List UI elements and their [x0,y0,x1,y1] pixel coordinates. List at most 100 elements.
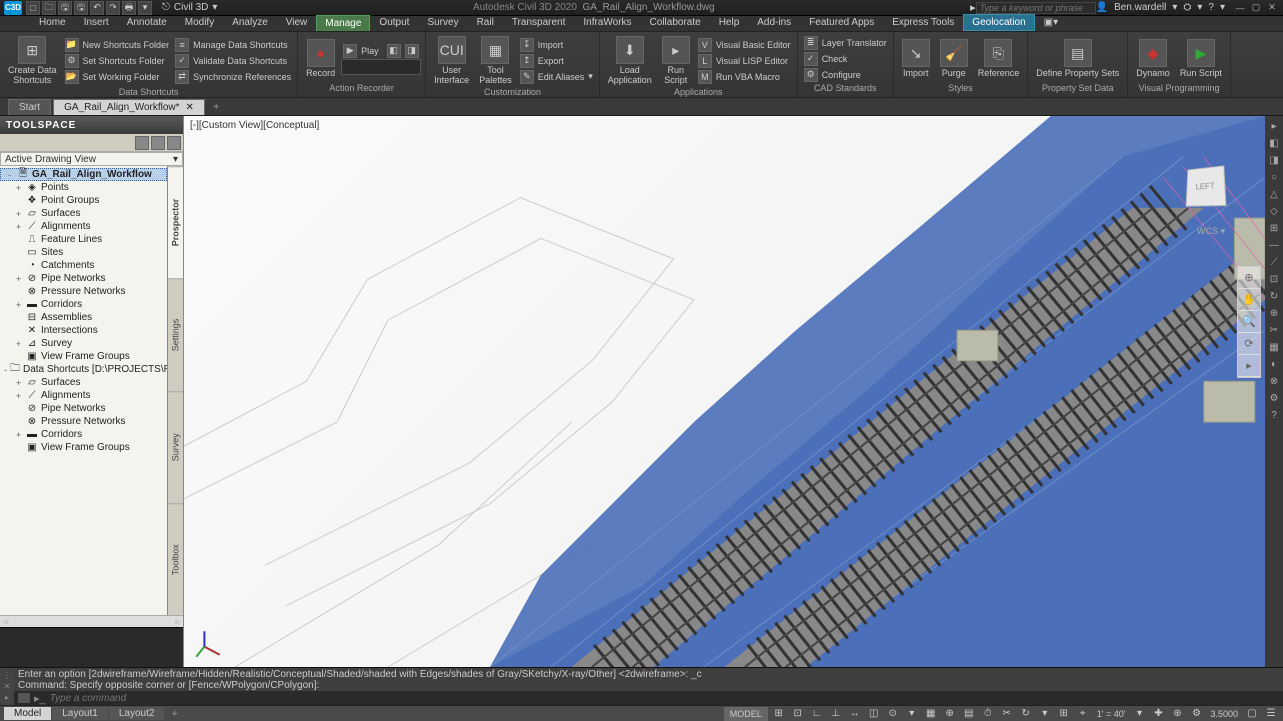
tree-node[interactable]: +⊘Pipe Networks [0,272,167,285]
status-grid-icon[interactable]: ⊞ [771,707,787,721]
reference-styles-button[interactable]: ⎘Reference [974,37,1024,80]
status-icon[interactable]: ◫ [866,707,882,721]
tab-geolocation[interactable]: Geolocation [963,14,1034,31]
tree-node[interactable]: +⊿Survey [0,337,167,350]
tool-icon[interactable]: ◐ [1265,356,1283,372]
tab-collaborate[interactable]: Collaborate [641,14,710,31]
option-icon[interactable]: ◧ [387,44,401,58]
tree-node[interactable]: +▬Corridors [0,428,167,441]
edit-aliases-button[interactable]: ✎Edit Aliases▾ [518,69,595,85]
chevron-down-icon[interactable]: ▾ [1197,2,1202,13]
status-icon[interactable]: ↻ [1018,707,1034,721]
set-shortcuts-folder-button[interactable]: ⚙Set Shortcuts Folder [63,53,172,69]
status-annoscale[interactable]: 1' = 40' [1094,707,1129,721]
tree-node[interactable]: ▣View Frame Groups [0,441,167,454]
run-dynamo-script-button[interactable]: ▶Run Script [1176,37,1226,80]
tab-survey[interactable]: Survey [418,14,467,31]
qat-dropdown-icon[interactable]: ▾ [138,1,152,15]
tree-node[interactable]: ⊟Assemblies [0,311,167,324]
tool-icon[interactable]: ▸ [1265,118,1283,134]
expand-icon[interactable]: + [14,430,23,440]
tab-view[interactable]: View [277,14,317,31]
expand-icon[interactable]: + [14,209,23,219]
run-script-button[interactable]: ▸Run Script [658,34,694,87]
tool-icon[interactable]: — [1265,237,1283,253]
user-interface-button[interactable]: CUIUser Interface [430,34,473,87]
tool-icon[interactable]: ↻ [1265,288,1283,304]
create-data-shortcuts-button[interactable]: ⊞ Create Data Shortcuts [4,34,61,87]
view-dropdown[interactable]: Active Drawing View▾ [0,152,183,166]
status-icon[interactable]: ⊞ [1056,707,1072,721]
expand-icon[interactable]: + [14,339,23,349]
tab-analyze[interactable]: Analyze [223,14,277,31]
prospector-tree[interactable]: -🗎GA_Rail_Align_Workflow+◈Points❖Point G… [0,166,167,615]
close-icon[interactable]: ✕ [186,102,194,113]
tree-node[interactable]: +▱Surfaces [0,376,167,389]
chevron-down-icon[interactable]: ▾ [1172,2,1177,13]
tool-btn-icon[interactable] [135,136,149,150]
tab-overflow-icon[interactable]: ▣▾ [1035,14,1067,31]
tree-node[interactable]: ❖Point Groups [0,194,167,207]
tool-icon[interactable]: ✂ [1265,322,1283,338]
minimize-button[interactable]: — [1233,2,1247,14]
option-icon[interactable]: ◨ [405,44,419,58]
tool-icon[interactable]: ⊗ [1265,373,1283,389]
status-icon[interactable]: ↔ [847,707,863,721]
showmotion-icon[interactable]: ▸ [1238,355,1260,377]
viewport-canvas[interactable]: LEFT WCS ▾ ⊕ ✋ 🔍 ⟳ ▸ [184,116,1265,667]
tool-btn-icon[interactable] [151,136,165,150]
tool-icon[interactable]: ? [1265,407,1283,423]
status-icon[interactable]: ⊕ [1169,707,1185,721]
status-icon[interactable]: ⏱ [980,707,996,721]
tree-node[interactable]: ▭Sites [0,246,167,259]
status-icon[interactable]: ▦ [923,707,939,721]
tool-icon[interactable]: ▦ [1265,339,1283,355]
app-exchange-icon[interactable]: ⛭ [1183,2,1191,13]
panel-title[interactable]: Data Shortcuts [4,87,293,97]
qat-print-icon[interactable]: 🖶 [122,1,136,15]
tree-node[interactable]: -🗎GA_Rail_Align_Workflow [0,168,167,181]
status-icon[interactable]: ✚ [1150,707,1166,721]
status-icon[interactable]: ⊕ [942,707,958,721]
qat-undo-icon[interactable]: ↶ [90,1,104,15]
play-button[interactable]: ▶Play ◧ ◨ [341,43,421,59]
help-icon[interactable]: ? [1208,2,1214,13]
tree-node[interactable]: +▬Corridors [0,298,167,311]
expand-icon[interactable]: + [14,222,23,232]
status-customize-icon[interactable]: ☰ [1263,707,1279,721]
run-vba-macro-button[interactable]: MRun VBA Macro [696,69,793,85]
expand-icon[interactable]: + [14,378,23,388]
tab-manage[interactable]: Manage [316,15,370,31]
tab-insert[interactable]: Insert [75,14,118,31]
toolspace-scrollbar[interactable]: ◀▶ [0,615,183,627]
validate-data-shortcuts-button[interactable]: ✓Validate Data Shortcuts [173,53,293,69]
status-icon[interactable]: ⊙ [885,707,901,721]
tree-node[interactable]: +⟋Alignments [0,389,167,402]
check-button[interactable]: ✓Check [802,51,889,67]
tree-node[interactable]: +◈Points [0,181,167,194]
tab-infraworks[interactable]: InfraWorks [574,14,640,31]
tab-addins[interactable]: Add-ins [748,14,800,31]
tab-rail[interactable]: Rail [468,14,503,31]
tab-annotate[interactable]: Annotate [118,14,176,31]
wcs-dropdown[interactable]: WCS ▾ [1197,226,1225,237]
search-input[interactable] [976,2,1096,14]
tool-icon[interactable]: △ [1265,186,1283,202]
tool-icon[interactable]: ⊕ [1265,305,1283,321]
tool-icon[interactable]: ◇ [1265,203,1283,219]
new-shortcuts-folder-button[interactable]: 📁New Shortcuts Folder [63,37,172,53]
tree-node[interactable]: ⊘Pipe Networks [0,402,167,415]
close-button[interactable]: ✕ [1265,2,1279,14]
expand-icon[interactable]: - [4,365,7,375]
app-logo-icon[interactable]: C3D [4,1,22,15]
dynamo-button[interactable]: ◆Dynamo [1132,37,1174,80]
qat-open-icon[interactable]: 🗀 [42,1,56,15]
import-styles-button[interactable]: ↘Import [898,37,934,80]
tab-help[interactable]: Help [710,14,749,31]
vba-editor-button[interactable]: VVisual Basic Editor [696,37,793,53]
expand-icon[interactable]: + [14,183,23,193]
viewcube-face[interactable]: LEFT [1186,165,1227,206]
tool-icon[interactable]: ◧ [1265,135,1283,151]
tree-node[interactable]: ⊗Pressure Networks [0,285,167,298]
viewcube[interactable]: LEFT [1175,156,1235,216]
